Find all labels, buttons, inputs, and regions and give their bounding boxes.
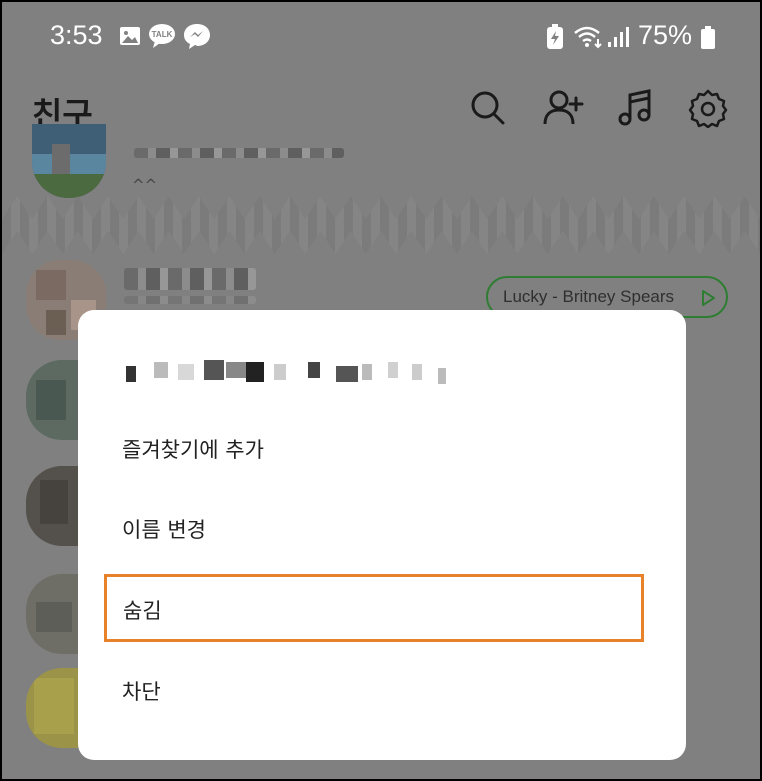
status-bar: 3:53 TALK 75% bbox=[2, 2, 760, 74]
menu-item-add-favorite[interactable]: 즐겨찾기에 추가 bbox=[78, 416, 686, 476]
search-icon[interactable] bbox=[468, 88, 508, 128]
messenger-icon bbox=[182, 22, 212, 54]
screen-frame: 3:53 TALK 75% 친구 ^^ Lucky - Britney Spea… bbox=[0, 0, 762, 781]
signal-icon bbox=[606, 26, 630, 52]
menu-item-block[interactable]: 차단 bbox=[78, 658, 686, 718]
menu-item-hide[interactable]: 숨김 bbox=[104, 574, 644, 642]
dialog-friend-name-blurred bbox=[126, 360, 456, 384]
music-icon[interactable] bbox=[616, 88, 656, 128]
add-friend-icon[interactable] bbox=[542, 88, 584, 128]
friend-name-blurred bbox=[124, 268, 256, 290]
friend-status-message: ^^ bbox=[132, 176, 158, 194]
battery-percent: 75% bbox=[637, 20, 692, 50]
list-divider bbox=[2, 196, 760, 254]
settings-icon[interactable] bbox=[688, 88, 728, 129]
friend-status-blurred bbox=[124, 296, 256, 304]
app-header: 친구 bbox=[2, 74, 760, 154]
avatar bbox=[26, 574, 78, 654]
menu-item-label: 차단 bbox=[122, 680, 161, 704]
menu-item-label: 즐겨찾기에 추가 bbox=[122, 438, 264, 462]
avatar bbox=[26, 668, 78, 748]
kakaotalk-talk-icon: TALK bbox=[148, 23, 176, 53]
friend-context-menu: 즐겨찾기에 추가 이름 변경 차단 bbox=[78, 310, 686, 760]
menu-item-label: 숨김 bbox=[123, 599, 162, 623]
image-icon bbox=[118, 24, 142, 52]
friend-name-blurred bbox=[134, 148, 344, 158]
menu-item-label: 이름 변경 bbox=[122, 518, 206, 542]
avatar bbox=[26, 466, 78, 546]
menu-item-rename[interactable]: 이름 변경 bbox=[78, 496, 686, 556]
play-icon bbox=[702, 290, 715, 306]
status-time: 3:53 bbox=[50, 20, 103, 50]
battery-saver-icon bbox=[545, 24, 565, 54]
wifi-icon bbox=[573, 25, 603, 53]
avatar bbox=[26, 360, 78, 440]
music-pill-label: Lucky - Britney Spears bbox=[503, 287, 675, 306]
avatar bbox=[32, 124, 106, 198]
battery-icon bbox=[700, 26, 716, 54]
talk-badge-text: TALK bbox=[152, 30, 173, 39]
